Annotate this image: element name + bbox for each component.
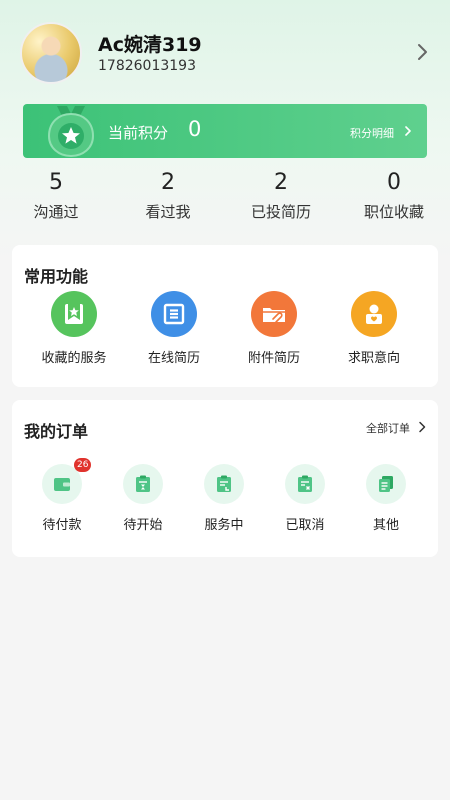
stat-label: 看过我 <box>145 203 191 221</box>
stat-contacted[interactable]: 5 沟通过 <box>1 170 111 222</box>
order-label: 其他 <box>372 518 399 533</box>
order-other[interactable]: 其他 <box>346 464 426 533</box>
common-functions-card: 常用功能 收藏的服务 在线简历 附件简历 求职意向 <box>12 245 438 387</box>
order-to-start[interactable]: 待开始 <box>103 464 183 533</box>
chevron-right-icon[interactable] <box>417 421 427 433</box>
wallet-icon: 26 <box>42 458 92 504</box>
cancel-clipboard-icon <box>285 464 325 504</box>
chevron-right-icon[interactable] <box>412 42 432 62</box>
stat-label: 已投简历 <box>250 203 311 221</box>
func-saved-services[interactable]: 收藏的服务 <box>24 291 124 366</box>
user-heart-icon <box>351 291 397 337</box>
points-detail-link[interactable]: 积分明细 <box>350 125 394 141</box>
stat-value: 0 <box>387 170 401 195</box>
order-label: 已取消 <box>285 518 325 533</box>
func-label: 求职意向 <box>347 351 400 366</box>
my-orders-card: 我的订单 全部订单 26 待付款 待开始 服务中 已取消 其他 <box>12 400 438 557</box>
stat-value: 2 <box>161 170 175 195</box>
stat-favorites[interactable]: 0 职位收藏 <box>339 170 449 222</box>
stat-viewed-me[interactable]: 2 看过我 <box>113 170 223 222</box>
stat-label: 职位收藏 <box>363 203 424 221</box>
order-in-service[interactable]: 服务中 <box>184 464 264 533</box>
func-label: 收藏的服务 <box>41 351 107 366</box>
progress-clipboard-icon <box>204 464 244 504</box>
order-badge: 26 <box>74 458 92 472</box>
stat-value: 2 <box>274 170 288 195</box>
hourglass-clipboard-icon <box>123 464 163 504</box>
avatar[interactable] <box>20 22 82 84</box>
func-online-resume[interactable]: 在线简历 <box>124 291 224 366</box>
points-label: 当前积分 <box>108 124 169 142</box>
all-orders-link[interactable]: 全部订单 <box>366 420 410 436</box>
func-label: 附件简历 <box>247 351 300 366</box>
user-phone: 17826013193 <box>98 58 196 74</box>
order-label: 待付款 <box>42 518 82 533</box>
folder-attachment-icon <box>251 291 297 337</box>
chevron-right-icon[interactable] <box>403 126 413 136</box>
order-cancelled[interactable]: 已取消 <box>265 464 345 533</box>
section-title: 常用功能 <box>24 267 89 286</box>
stat-applied[interactable]: 2 已投简历 <box>226 170 336 222</box>
order-label: 待开始 <box>123 518 163 533</box>
stack-documents-icon <box>366 464 406 504</box>
section-title: 我的订单 <box>24 422 89 441</box>
order-pending-payment[interactable]: 26 待付款 <box>22 458 102 533</box>
points-value: 0 <box>188 117 202 141</box>
medal-icon <box>47 106 95 158</box>
points-card[interactable]: 当前积分 0 积分明细 <box>23 104 427 158</box>
func-label: 在线简历 <box>147 351 200 366</box>
order-label: 服务中 <box>204 518 244 533</box>
func-attachment-resume[interactable]: 附件简历 <box>224 291 324 366</box>
resume-document-icon <box>151 291 197 337</box>
user-name: Ac婉清319 <box>98 34 202 56</box>
stat-value: 5 <box>49 170 63 195</box>
stat-label: 沟通过 <box>33 203 79 221</box>
profile-header[interactable]: Ac婉清319 17826013193 <box>0 0 450 100</box>
bookmark-star-icon <box>51 291 97 337</box>
func-job-intention[interactable]: 求职意向 <box>324 291 424 366</box>
